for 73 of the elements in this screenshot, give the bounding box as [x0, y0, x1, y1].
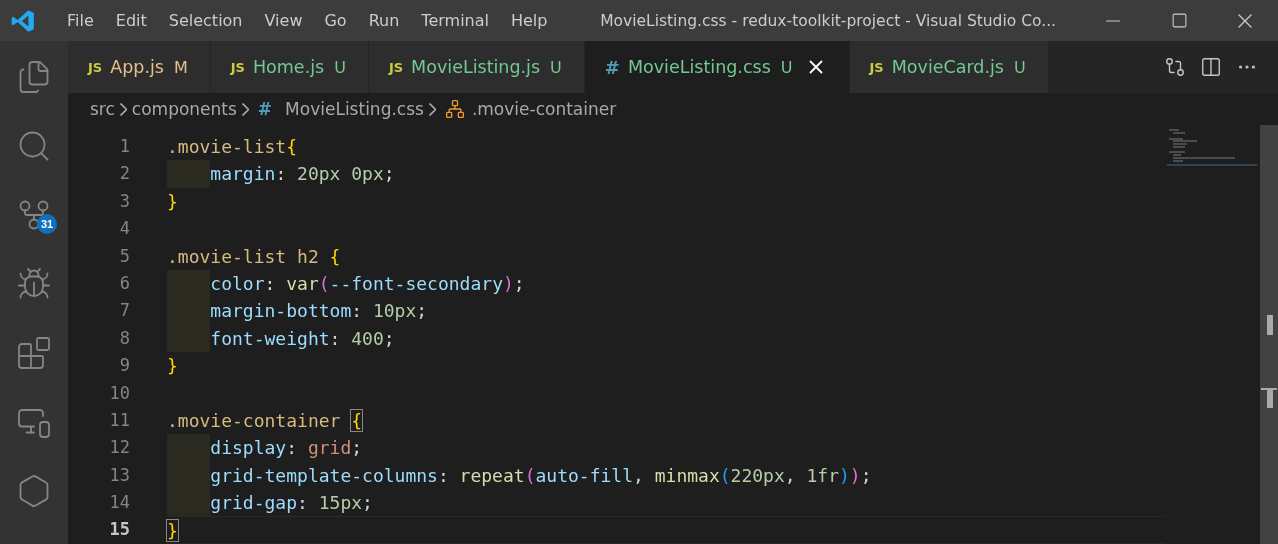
- line-number: 14: [108, 491, 130, 515]
- tab-label: Home.js: [252, 57, 325, 77]
- editor-tab[interactable]: JS MovieListing.js U: [368, 41, 585, 93]
- code-line: grid-gap: 15px;: [210, 491, 373, 516]
- js-file-icon: JS: [388, 59, 404, 75]
- editor-tab[interactable]: JS MovieCard.js U: [849, 41, 1049, 93]
- git-status-letter: U: [334, 57, 346, 77]
- tab-label: MovieListing.css: [627, 57, 771, 77]
- compare-icon[interactable]: [1164, 56, 1186, 78]
- menu-item[interactable]: Edit: [104, 11, 158, 30]
- split-editor-icon[interactable]: [1200, 56, 1222, 78]
- line-number: 10: [108, 381, 130, 405]
- code-line: margin: 20px 0px;: [210, 162, 395, 187]
- line-number: 6: [118, 271, 130, 295]
- js-file-icon: JS: [869, 59, 884, 75]
- blocks-icon[interactable]: [16, 334, 52, 371]
- chevron-icon: [241, 102, 249, 116]
- git-status-letter: M: [173, 57, 188, 77]
- chevron-icon: [428, 102, 436, 116]
- count-badge: 31: [37, 214, 57, 234]
- editor-tab[interactable]: JS App.js M: [68, 41, 211, 93]
- code-line: font-weight: 400;: [210, 326, 395, 351]
- code-line: .movie-list{: [167, 135, 298, 159]
- menu-item[interactable]: Go: [313, 11, 358, 30]
- app-logo-icon: [10, 7, 36, 34]
- breadcrumb-item[interactable]: components: [131, 99, 237, 119]
- chevron-icon: [119, 102, 127, 116]
- menu-item[interactable]: View: [253, 11, 314, 30]
- line-number: 4: [118, 217, 130, 241]
- tab-label: App.js: [110, 57, 164, 77]
- menu-item[interactable]: Run: [357, 11, 411, 30]
- js-file-icon: JS: [230, 59, 245, 75]
- tab-label: MovieCard.js: [891, 57, 1004, 77]
- breadcrumb-item[interactable]: .movie-container: [471, 99, 617, 119]
- menu-item[interactable]: Selection: [157, 11, 254, 30]
- git-status-letter: U: [780, 57, 793, 77]
- code-line: margin-bottom: 10px;: [210, 299, 428, 324]
- code-line: }: [167, 189, 178, 214]
- code-line: grid-template-columns: repeat(auto-fill, minmax(220px, 1fr));: [210, 463, 872, 488]
- line-number: 12: [108, 436, 130, 460]
- breadcrumb-item[interactable]: src: [90, 99, 115, 119]
- menu-item[interactable]: Terminal: [410, 11, 500, 30]
- menu-item[interactable]: File: [56, 11, 105, 30]
- code-line: color: var(--font-secondary);: [210, 271, 525, 296]
- css-file-icon: #: [257, 99, 273, 119]
- code-line: }: [167, 354, 178, 379]
- menu-item[interactable]: Help: [499, 11, 559, 30]
- code-line: }: [167, 519, 178, 543]
- code-line: display: grid;: [210, 436, 363, 461]
- js-file-icon: JS: [88, 59, 103, 75]
- line-number: 13: [108, 463, 130, 487]
- line-number: 2: [118, 162, 130, 186]
- tab-label: MovieListing.js: [411, 57, 541, 77]
- symbol-icon: [444, 99, 465, 119]
- editor-tab[interactable]: JS Home.js U: [210, 41, 369, 93]
- git-status-letter: U: [1014, 57, 1026, 77]
- window-title: MovieListing.css - redux-toolkit-project - Visual Studio Co...: [600, 11, 1056, 30]
- line-number: 15: [108, 518, 130, 542]
- scrollbar-drawing[interactable]: [1260, 125, 1278, 544]
- line-number: 3: [118, 189, 130, 213]
- editor-tab[interactable]: # MovieListing.css U: [584, 41, 850, 93]
- code-line: .movie-list h2 {: [167, 244, 341, 269]
- css-file-icon: #: [604, 56, 620, 78]
- maximize-icon[interactable]: [1170, 12, 1188, 29]
- code-line: .movie-container {: [167, 408, 363, 433]
- line-number: 9: [118, 354, 130, 378]
- line-number: 7: [118, 299, 130, 323]
- git-status-letter: U: [550, 57, 562, 77]
- line-number: 8: [118, 326, 130, 350]
- line-number: 5: [118, 244, 130, 268]
- line-number: 11: [108, 408, 130, 432]
- breadcrumb-item[interactable]: MovieListing.css: [285, 99, 424, 119]
- line-number: 1: [118, 135, 130, 158]
